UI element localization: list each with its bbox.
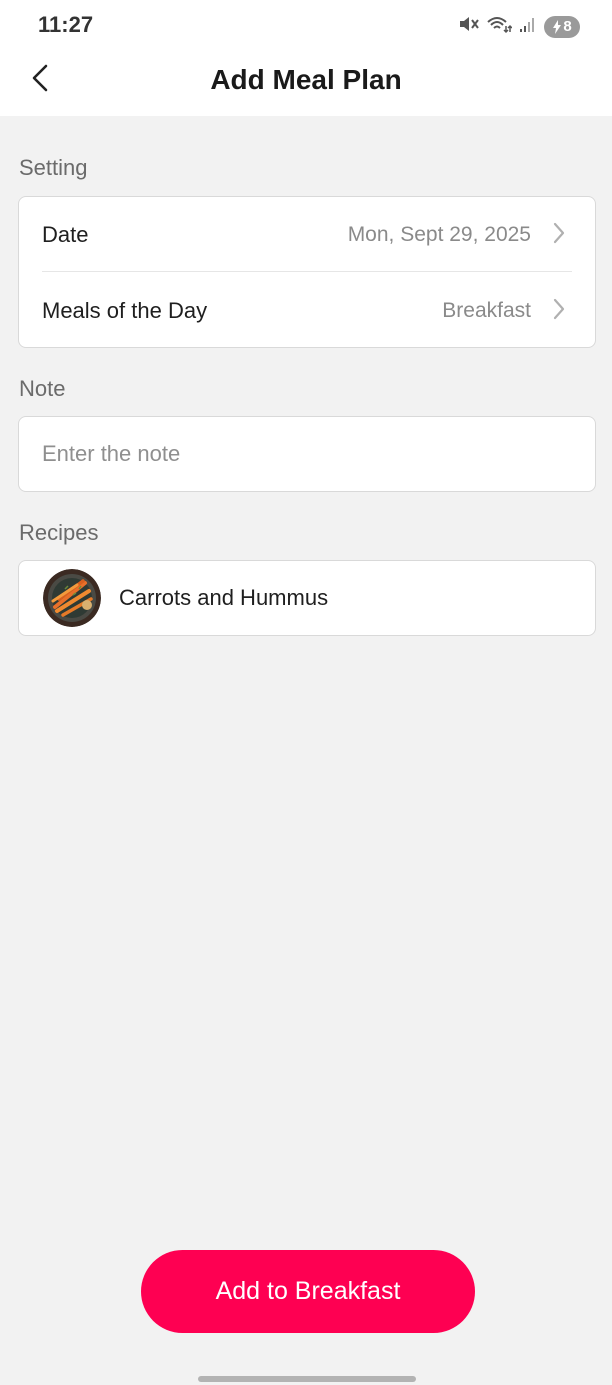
date-label: Date [42,222,89,247]
recipe-item[interactable]: Carrots and Hummus [19,561,595,635]
note-input[interactable] [42,417,572,491]
meals-of-day-label: Meals of the Day [42,298,208,323]
mute-icon [458,14,480,39]
row-divider [42,271,572,272]
recipes-section-label: Recipes [19,520,99,545]
recipes-card: Carrots and Hummus [18,560,596,636]
date-row[interactable]: Date Mon, Sept 29, 2025 [19,197,595,273]
status-time: 11:27 [38,12,94,37]
note-card [18,416,596,492]
chevron-right-icon [553,298,565,325]
setting-section-label: Setting [19,155,88,180]
date-value: Mon, Sept 29, 2025 [347,223,531,246]
battery-icon: 8 [544,15,580,38]
chevron-right-icon [553,222,565,249]
meals-of-day-row[interactable]: Meals of the Day Breakfast [19,273,595,349]
battery-level: 8 [563,18,572,35]
signal-icon [518,14,538,39]
page-title: Add Meal Plan [210,64,402,95]
carrots-dish-image [43,569,101,627]
status-icons: 8 [458,14,580,39]
home-indicator[interactable] [198,1376,416,1382]
wifi-icon [486,14,513,39]
recipe-name: Carrots and Hummus [119,585,329,610]
meals-of-day-value: Breakfast [442,299,531,322]
top-bar: 11:27 8 Add Meal Plan [0,0,612,116]
setting-card: Date Mon, Sept 29, 2025 Meals of the Day… [18,196,596,348]
note-section-label: Note [19,376,66,401]
add-to-breakfast-button[interactable]: Add to Breakfast [141,1250,475,1333]
